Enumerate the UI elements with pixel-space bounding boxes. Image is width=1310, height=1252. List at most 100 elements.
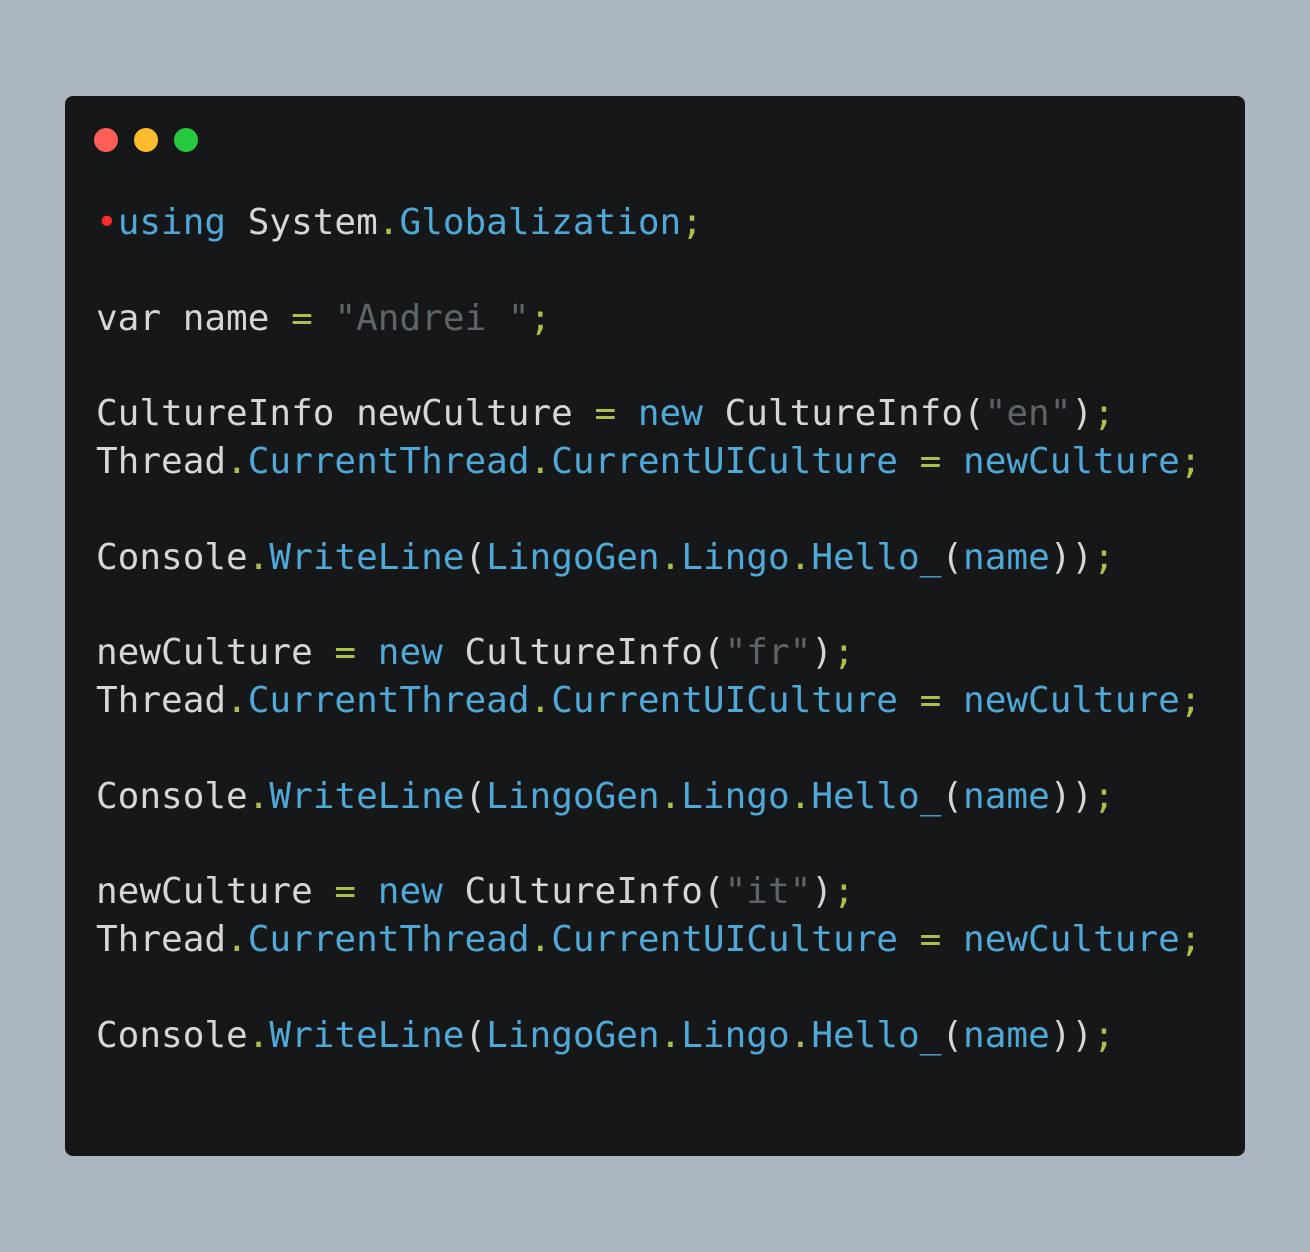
code-line: var name = "Andrei "; <box>96 295 1225 343</box>
code-line: •using System.Globalization; <box>96 199 1225 247</box>
code-line: Thread.CurrentThread.CurrentUICulture = … <box>96 438 1225 486</box>
breakpoint-marker: • <box>96 202 118 243</box>
code-token: ) <box>1071 393 1094 435</box>
code-token: CultureInfo( <box>442 632 725 674</box>
window-controls <box>94 128 198 152</box>
code-token: Hello_ <box>811 1014 942 1056</box>
code-token: = <box>919 918 942 960</box>
code-token: ) <box>811 871 833 913</box>
code-token: using <box>117 202 227 243</box>
code-token: Hello_ <box>811 775 942 817</box>
code-token: WriteLine <box>269 536 465 578</box>
code-token: LingoGen <box>486 1014 660 1056</box>
code-token: . <box>789 536 812 578</box>
code-token: ( <box>464 775 487 817</box>
code-token: ; <box>681 202 703 243</box>
code-token: newCulture <box>941 679 1180 721</box>
code-token: . <box>247 536 270 578</box>
code-token: ( <box>941 1014 964 1056</box>
code-token: newCulture <box>941 440 1180 482</box>
maximize-button[interactable] <box>174 128 198 152</box>
code-token: ( <box>941 536 964 578</box>
code-token: . <box>529 440 552 482</box>
minimize-button[interactable] <box>134 128 158 152</box>
code-token: new <box>377 632 443 674</box>
code-token: )) <box>1049 536 1094 578</box>
code-token: name <box>963 1014 1050 1056</box>
code-token: new <box>377 871 443 913</box>
code-token: = <box>919 440 942 482</box>
code-line: newCulture = new CultureInfo("it"); <box>96 868 1225 916</box>
code-token: LingoGen <box>486 536 660 578</box>
code-token: WriteLine <box>269 775 465 817</box>
code-line: Thread.CurrentThread.CurrentUICulture = … <box>96 677 1225 725</box>
code-token: CultureInfo newCulture <box>96 393 595 435</box>
code-token: . <box>377 202 400 243</box>
code-token: )) <box>1049 1014 1094 1056</box>
code-token: ; <box>1093 536 1115 578</box>
code-token: CurrentThread <box>247 918 530 960</box>
code-token: Thread <box>96 440 227 482</box>
code-token: )) <box>1049 775 1094 817</box>
code-token: ; <box>1179 679 1202 721</box>
code-token: ; <box>529 297 552 339</box>
code-line: Thread.CurrentThread.CurrentUICulture = … <box>96 916 1225 964</box>
code-token: ( <box>941 775 964 817</box>
code-block: •using System.Globalization; var name = "… <box>96 199 1225 1059</box>
code-token: "it" <box>724 871 812 913</box>
code-token: CurrentThread <box>247 679 530 721</box>
code-token: CurrentUICulture <box>551 918 920 960</box>
code-token: ; <box>832 632 855 674</box>
code-token: Thread <box>96 918 227 960</box>
code-token: "en" <box>984 393 1072 435</box>
code-token: CurrentUICulture <box>551 679 920 721</box>
code-token: ( <box>464 536 487 578</box>
code-token: . <box>226 679 248 721</box>
code-token: CurrentThread <box>247 440 530 482</box>
code-token: Hello_ <box>811 536 942 578</box>
code-token: = <box>334 871 357 913</box>
code-token: Globalization <box>399 202 682 243</box>
code-token: . <box>226 440 248 482</box>
code-token: "fr" <box>724 632 812 674</box>
code-line: Console.WriteLine(LingoGen.Lingo.Hello_(… <box>96 1012 1225 1060</box>
code-token: Console <box>96 1014 248 1056</box>
code-token: . <box>659 775 682 817</box>
code-token: ; <box>1093 1014 1115 1056</box>
code-token: name <box>963 536 1050 578</box>
code-line: newCulture = new CultureInfo("fr"); <box>96 629 1225 677</box>
code-token: newCulture <box>96 871 335 913</box>
code-token: WriteLine <box>269 1014 465 1056</box>
code-token: . <box>789 775 812 817</box>
code-token: . <box>529 918 552 960</box>
code-token: . <box>789 1014 812 1056</box>
code-token: CurrentUICulture <box>551 440 920 482</box>
code-token: = <box>919 679 942 721</box>
code-token: Thread <box>96 679 227 721</box>
close-button[interactable] <box>94 128 118 152</box>
code-token: var name <box>96 297 292 339</box>
code-token: newCulture <box>941 918 1180 960</box>
code-token: Lingo <box>681 536 790 578</box>
code-token: newCulture <box>96 632 335 674</box>
code-token: ; <box>832 871 855 913</box>
code-token: ( <box>464 1014 487 1056</box>
code-token: = <box>291 297 313 339</box>
code-token: ) <box>811 632 833 674</box>
code-token: ; <box>1179 918 1202 960</box>
code-token: Lingo <box>681 1014 790 1056</box>
code-token: = <box>334 632 357 674</box>
code-token: CultureInfo( <box>442 871 725 913</box>
code-token: = <box>594 393 617 435</box>
code-token: . <box>247 1014 270 1056</box>
